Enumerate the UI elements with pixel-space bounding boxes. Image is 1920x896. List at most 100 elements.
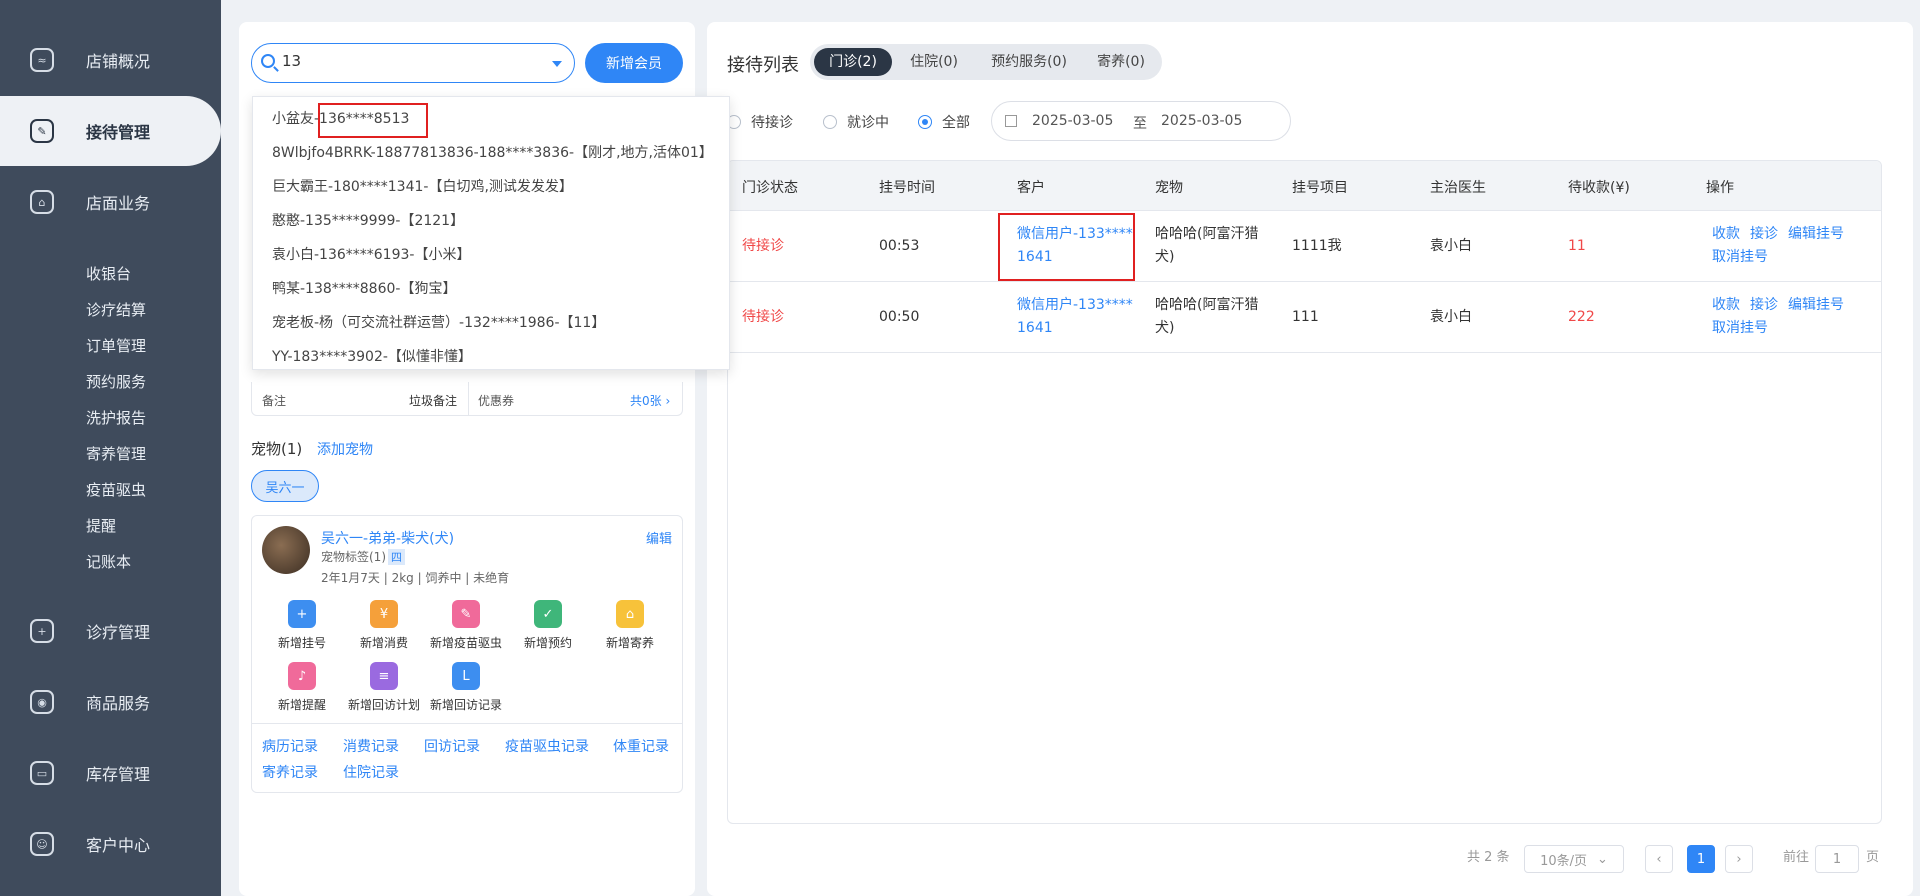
note-value: 垃圾备注 <box>409 394 458 408</box>
add-registration-action[interactable]: + 新增挂号 <box>262 600 342 651</box>
reception-icon: ✎ <box>30 119 54 143</box>
pet-tag-wuliuyi[interactable]: 吴六一 <box>251 470 319 502</box>
member-search-input[interactable] <box>282 52 532 70</box>
caret-down-icon[interactable] <box>552 61 562 67</box>
member-search-combobox[interactable] <box>251 43 575 83</box>
sub-treatment-settlement[interactable]: 诊疗结算 <box>86 299 146 321</box>
filter-in-progress[interactable]: 就诊中 <box>823 112 889 132</box>
add-appointment-action[interactable]: ✓ 新增预约 <box>508 600 588 651</box>
row-customer-link[interactable]: 微信用户-133**** 1641 <box>1017 294 1133 340</box>
nav-inventory[interactable]: ▭ 库存管理 <box>0 738 221 808</box>
filter-all[interactable]: 全部 <box>918 112 970 132</box>
collect-button[interactable]: 收款 <box>1712 223 1740 246</box>
tab-inpatient[interactable]: 住院(0) <box>898 48 970 76</box>
action-label: 新增挂号 <box>277 636 326 650</box>
pet-edit-link[interactable]: 编辑 <box>646 528 672 547</box>
dropdown-option[interactable]: 巨大霸王-180****1341-【白切鸡,测试发发发】 <box>272 177 573 197</box>
pet-avatar <box>262 526 310 574</box>
radio-icon <box>823 115 837 129</box>
add-pet-link[interactable]: 添加宠物 <box>317 442 373 458</box>
nav-reception[interactable]: ✎ 接待管理 <box>0 96 221 166</box>
hospital-records-link[interactable]: 住院记录 <box>343 762 399 782</box>
next-page-button[interactable]: › <box>1725 845 1753 873</box>
vaccine-records-link[interactable]: 疫苗驱虫记录 <box>505 736 589 756</box>
calendar-icon: ✓ <box>534 600 562 628</box>
medical-records-link[interactable]: 病历记录 <box>262 736 318 756</box>
add-consumption-action[interactable]: ¥ 新增消费 <box>344 600 424 651</box>
tab-appointment[interactable]: 预约服务(0) <box>976 48 1082 76</box>
sub-grooming-report[interactable]: 洗护报告 <box>86 407 146 429</box>
edit-registration-button[interactable]: 编辑挂号 <box>1788 294 1844 317</box>
followup-records-link[interactable]: 回访记录 <box>424 736 480 756</box>
dashboard-icon: ≈ <box>30 48 54 72</box>
medical-icon: + <box>30 619 54 643</box>
table-row: 待接诊 00:50 微信用户-133**** 1641 哈哈哈(阿富汗猎 犬) 11… <box>728 282 1881 353</box>
row-item: 111 <box>1292 309 1319 325</box>
pets-title: 宠物(1) <box>251 440 303 458</box>
reception-table: 门诊状态 挂号时间 客户 宠物 挂号项目 主治医生 待收款(¥) 操作 待接诊 … <box>727 160 1882 824</box>
tab-outpatient[interactable]: 门诊(2) <box>814 48 892 76</box>
action-label: 新增提醒 <box>277 698 326 712</box>
nav-customer[interactable]: ☺ 客户中心 <box>0 809 221 879</box>
sub-boarding[interactable]: 寄养管理 <box>86 443 146 465</box>
syringe-icon: ✎ <box>452 600 480 628</box>
sidebar: ≈ 店铺概况 ✎ 接待管理 ⌂ 店面业务 收银台 诊疗结算 订单管理 预约服务 … <box>0 0 221 896</box>
sub-vaccine[interactable]: 疫苗驱虫 <box>86 479 146 501</box>
coupon-link[interactable]: 共0张 › <box>630 392 670 409</box>
sub-cashier[interactable]: 收银台 <box>86 263 131 285</box>
radio-checked-icon <box>918 115 932 129</box>
nav-goods[interactable]: ◉ 商品服务 <box>0 667 221 737</box>
add-vaccine-action[interactable]: ✎ 新增疫苗驱虫 <box>426 600 506 651</box>
sub-reminder[interactable]: 提醒 <box>86 515 116 537</box>
sub-appointments[interactable]: 预约服务 <box>86 371 146 393</box>
dropdown-option[interactable]: 8Wlbjfo4BRRK-18877813836-188****3836-【刚才… <box>272 143 713 163</box>
goto-page-input[interactable]: 1 <box>1815 845 1859 873</box>
dropdown-option[interactable]: 鸭某-138****8860-【狗宝】 <box>272 279 456 299</box>
nav-medical[interactable]: + 诊疗管理 <box>0 596 221 666</box>
tab-boarding[interactable]: 寄养(0) <box>1086 48 1156 76</box>
bell-icon: ♪ <box>288 662 316 690</box>
boarding-records-link[interactable]: 寄养记录 <box>262 762 318 782</box>
add-followup-plan-action[interactable]: ≡ 新增回访计划 <box>344 662 424 713</box>
page-1-button[interactable]: 1 <box>1687 845 1715 873</box>
page-size-select[interactable]: 10条/页 ⌄ <box>1524 845 1624 873</box>
accept-button[interactable]: 接诊 <box>1750 294 1778 317</box>
reception-title: 接待列表 <box>727 55 799 76</box>
pet-name[interactable]: 吴六一-弟弟-柴犬(犬) <box>321 528 454 548</box>
medkit-icon: + <box>288 600 316 628</box>
dropdown-option[interactable]: YY-183****3902-【似懂非懂】 <box>272 347 472 367</box>
consumption-records-link[interactable]: 消费记录 <box>343 736 399 756</box>
date-to[interactable]: 2025-03-05 <box>1161 113 1242 129</box>
nav-store-business[interactable]: ⌂ 店面业务 <box>0 167 221 237</box>
chevron-left-icon: ‹ <box>1656 851 1662 867</box>
date-range-picker[interactable]: 2025-03-05 至 2025-03-05 <box>991 101 1291 141</box>
action-label: 新增回访记录 <box>429 698 502 712</box>
nav-store-overview[interactable]: ≈ 店铺概况 <box>0 25 221 95</box>
accept-button[interactable]: 接诊 <box>1750 223 1778 246</box>
page-unit: 页 <box>1866 850 1880 865</box>
dropdown-option[interactable]: 袁小白-136****6193-【小米】 <box>272 245 470 265</box>
add-reminder-action[interactable]: ♪ 新增提醒 <box>262 662 342 713</box>
collect-button[interactable]: 收款 <box>1712 294 1740 317</box>
filter-waiting[interactable]: 待接诊 <box>727 112 793 132</box>
date-from[interactable]: 2025-03-05 <box>1032 113 1113 129</box>
dropdown-option[interactable]: 憨憨-135****9999-【2121】 <box>272 211 464 231</box>
store-icon: ⌂ <box>30 190 54 214</box>
edit-registration-button[interactable]: 编辑挂号 <box>1788 223 1844 246</box>
col-status: 门诊状态 <box>742 180 798 196</box>
add-member-button[interactable]: 新增会员 <box>585 43 683 83</box>
pager-total: 共 2 条 <box>1467 850 1510 865</box>
chevron-down-icon: ⌄ <box>1597 851 1608 867</box>
add-followup-record-action[interactable]: L 新增回访记录 <box>426 662 506 713</box>
dropdown-option[interactable]: 宠老板-杨（可交流社群运营）-132****1986-【11】 <box>272 313 605 333</box>
weight-records-link[interactable]: 体重记录 <box>613 736 669 756</box>
prev-page-button[interactable]: ‹ <box>1645 845 1673 873</box>
sub-orders[interactable]: 订单管理 <box>86 335 146 357</box>
add-boarding-action[interactable]: ⌂ 新增寄养 <box>590 600 670 651</box>
cancel-registration-button[interactable]: 取消挂号 <box>1712 317 1768 340</box>
pet-label-chip: 四 <box>388 549 405 565</box>
row-amount: 222 <box>1568 309 1595 325</box>
action-label: 新增回访计划 <box>347 698 420 712</box>
cancel-registration-button[interactable]: 取消挂号 <box>1712 246 1768 269</box>
sub-ledger[interactable]: 记账本 <box>86 551 131 573</box>
